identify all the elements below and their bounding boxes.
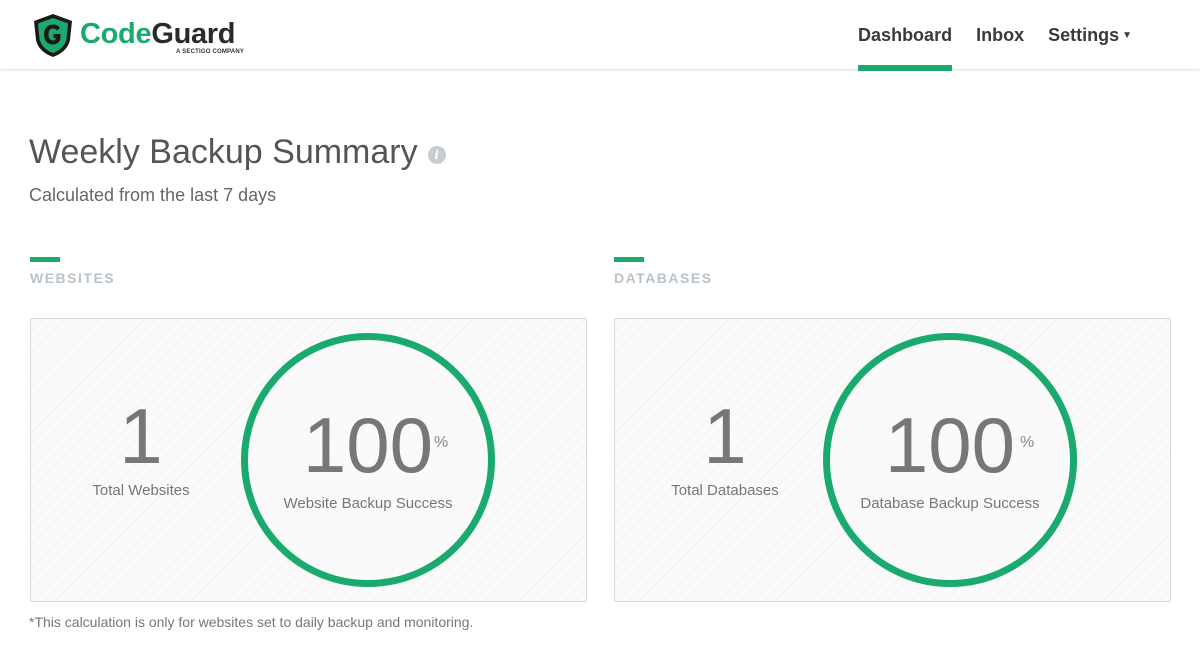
total-websites-value: 1: [119, 392, 163, 480]
website-success-label: Website Backup Success: [283, 495, 453, 512]
databases-section-label: DATABASES: [614, 270, 713, 286]
website-success-ring: 100 % Website Backup Success: [241, 333, 495, 587]
nav-settings-label: Settings: [1048, 25, 1120, 45]
databases-summary-card: 1 Total Databases 100 % Database Backup …: [614, 318, 1171, 602]
logo-word-code: Code: [80, 18, 152, 50]
caret-down-icon: ▼: [1122, 30, 1132, 41]
page-title: Weekly Backup Summary i: [29, 133, 446, 172]
page-title-text: Weekly Backup Summary: [29, 133, 418, 171]
page-subtitle: Calculated from the last 7 days: [29, 185, 277, 205]
nav-dashboard-label: Dashboard: [858, 25, 953, 45]
info-icon[interactable]: i: [427, 146, 446, 164]
database-success-ring: 100 % Database Backup Success: [823, 333, 1077, 587]
main-nav: Dashboard Inbox Settings ▼: [846, 0, 1144, 71]
calculation-footnote: *This calculation is only for websites s…: [29, 614, 474, 630]
total-databases-value: 1: [703, 392, 747, 480]
websites-section-accent: [30, 257, 60, 262]
total-websites-label: Total Websites: [92, 482, 190, 499]
databases-section-accent: [614, 257, 644, 262]
logo-word-guard: Guard: [151, 18, 236, 50]
shield-logo-icon: [34, 14, 72, 57]
codeguard-logo[interactable]: CodeGuard A SECTIGO COMPANY: [30, 12, 250, 58]
website-success-unit: %: [434, 434, 449, 451]
logo-tagline: A SECTIGO COMPANY: [176, 49, 245, 55]
nav-dashboard[interactable]: Dashboard: [846, 0, 964, 71]
total-databases-label: Total Databases: [671, 482, 779, 499]
website-success-value: 100: [302, 401, 434, 489]
nav-settings[interactable]: Settings ▼: [1036, 0, 1144, 70]
websites-summary-card: 1 Total Websites 100 % Website Backup Su…: [30, 318, 587, 602]
database-success-unit: %: [1020, 434, 1035, 451]
nav-inbox[interactable]: Inbox: [964, 0, 1036, 70]
database-success-label: Database Backup Success: [860, 495, 1040, 512]
nav-inbox-label: Inbox: [976, 25, 1025, 45]
database-success-value: 100: [884, 401, 1016, 489]
websites-section-label: WEBSITES: [30, 270, 116, 286]
logo-wordmark: CodeGuard: [80, 18, 236, 51]
top-header: CodeGuard A SECTIGO COMPANY Dashboard In…: [0, 0, 1200, 71]
